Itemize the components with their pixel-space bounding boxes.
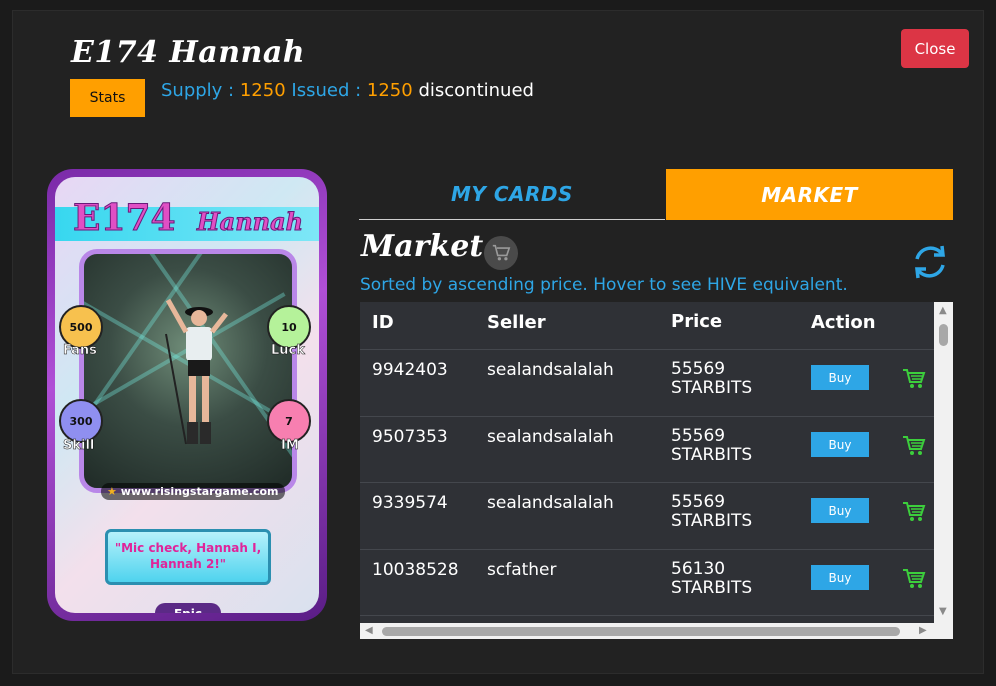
card-website: ★ www.risingstargame.com: [101, 483, 285, 500]
card-quote: "Mic check, Hannah I, Hannah 2!": [105, 529, 271, 585]
price-amount: 55569: [671, 492, 726, 512]
card-image: E174 Hannah 500 Fans 10 Luck 300 Skill 7…: [47, 169, 327, 621]
skill-stat-circle: 300: [59, 399, 103, 443]
im-value: 7: [285, 414, 293, 428]
issued-value: 1250: [366, 80, 413, 101]
row-seller: sealandsalalah: [487, 360, 614, 380]
page-title: E174 Hannah: [71, 35, 306, 70]
buy-button[interactable]: Buy: [811, 432, 869, 457]
sort-hint: Sorted by ascending price. Hover to see …: [360, 275, 848, 295]
price-amount: 56130: [671, 559, 726, 579]
row-price: 55569 STARBITS: [671, 360, 752, 398]
price-currency: STARBITS: [671, 511, 753, 531]
singer-figure: [165, 298, 228, 445]
horizontal-scrollbar[interactable]: ◀ ▶: [360, 623, 953, 639]
im-label: IM: [281, 438, 299, 454]
row-id: 9942403: [372, 360, 448, 380]
card-name: Hannah: [196, 207, 304, 237]
row-seller: scfather: [487, 560, 557, 580]
price-currency: STARBITS: [671, 445, 753, 465]
table-row: 9507353 sealandsalalah 55569 STARBITS Buy: [360, 417, 934, 483]
price-currency: STARBITS: [671, 378, 753, 398]
cart-icon[interactable]: [902, 368, 926, 390]
col-action: Action: [811, 312, 876, 333]
col-id: ID: [372, 312, 394, 333]
market-table-container: ID Seller Price Action 9942403 sealandsa…: [360, 302, 953, 639]
row-price: 55569 STARBITS: [671, 427, 752, 465]
rarity-badge: Epic: [155, 603, 221, 613]
skill-value: 300: [69, 414, 93, 428]
card-website-text: www.risingstargame.com: [120, 485, 279, 498]
market-table: ID Seller Price Action 9942403 sealandsa…: [360, 302, 934, 623]
row-seller: sealandsalalah: [487, 427, 614, 447]
market-title: Market: [361, 229, 484, 264]
row-price: 56130 STARBITS: [671, 560, 752, 598]
luck-label: Luck: [271, 343, 305, 359]
fans-label: Fans: [63, 343, 97, 359]
price-amount: 55569: [671, 426, 726, 446]
table-row: 9942403 sealandsalalah 55569 STARBITS Buy: [360, 350, 934, 417]
row-id: 10038528: [372, 560, 459, 580]
card-face: E174 Hannah 500 Fans 10 Luck 300 Skill 7…: [55, 177, 319, 613]
skill-label: Skill: [63, 438, 95, 454]
buy-button[interactable]: Buy: [811, 365, 869, 390]
supply-label: Supply :: [161, 80, 235, 101]
price-amount: 55569: [671, 359, 726, 379]
row-price: 55569 STARBITS: [671, 493, 752, 531]
card-photo: [79, 249, 297, 493]
cart-icon[interactable]: [902, 568, 926, 590]
vertical-scroll-thumb[interactable]: [939, 324, 948, 346]
fans-value: 500: [69, 320, 93, 334]
close-button[interactable]: Close: [901, 29, 969, 68]
row-seller: sealandsalalah: [487, 493, 614, 513]
stats-button[interactable]: Stats: [70, 79, 145, 117]
table-row: 9339574 sealandsalalah 55569 STARBITS Buy: [360, 483, 934, 550]
tab-my-cards[interactable]: MY CARDS: [359, 169, 665, 220]
issued-label: Issued :: [291, 80, 362, 101]
scroll-down-icon[interactable]: ▼: [939, 607, 947, 617]
cart-icon[interactable]: [902, 501, 926, 523]
cart-icon[interactable]: [902, 435, 926, 457]
horizontal-scroll-thumb[interactable]: [382, 627, 900, 636]
price-currency: STARBITS: [671, 578, 753, 598]
scroll-right-icon[interactable]: ▶: [919, 626, 927, 636]
col-price: Price: [671, 311, 723, 332]
supply-value: 1250: [239, 80, 286, 101]
tab-market[interactable]: MARKET: [666, 169, 953, 220]
card-detail-modal: E174 Hannah Close Stats Supply : 1250 Is…: [12, 10, 984, 674]
row-id: 9339574: [372, 493, 448, 513]
scroll-left-icon[interactable]: ◀: [365, 626, 373, 636]
status-text: discontinued: [418, 80, 534, 101]
supply-info: Supply : 1250 Issued : 1250 discontinued: [161, 80, 534, 101]
buy-button[interactable]: Buy: [811, 498, 869, 523]
vertical-scrollbar[interactable]: ▲ ▼: [934, 302, 953, 623]
star-icon: ★: [107, 485, 117, 498]
market-cart-icon: [484, 236, 518, 270]
card-code: E174: [73, 197, 177, 240]
table-row: 10038528 scfather 56130 STARBITS Buy: [360, 550, 934, 616]
col-seller: Seller: [487, 312, 546, 333]
row-id: 9507353: [372, 427, 448, 447]
im-stat-circle: 7: [267, 399, 311, 443]
table-header: ID Seller Price Action: [360, 302, 934, 350]
luck-value: 10: [281, 320, 297, 334]
refresh-icon[interactable]: [909, 241, 951, 283]
scroll-up-icon[interactable]: ▲: [939, 306, 947, 316]
buy-button[interactable]: Buy: [811, 565, 869, 590]
